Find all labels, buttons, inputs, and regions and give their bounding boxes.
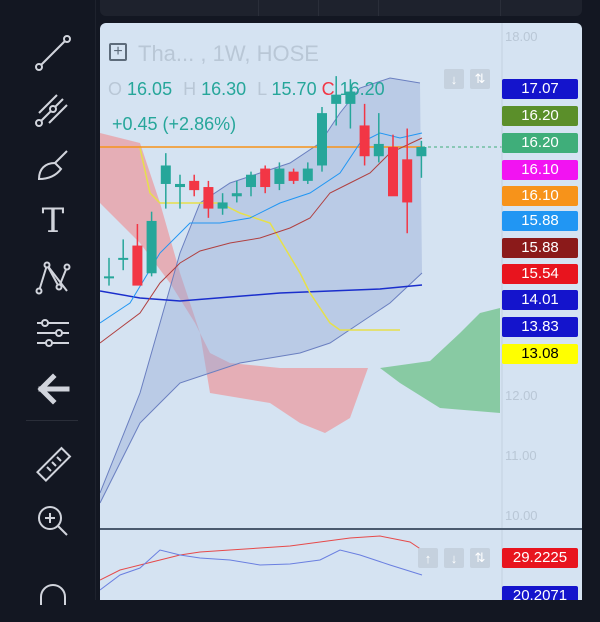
price-tag: 16.10: [502, 160, 578, 180]
price-tag: 16.10: [502, 186, 578, 206]
trend-line-icon[interactable]: [22, 28, 84, 78]
candle-body: [302, 168, 313, 181]
axis-label: 12.00: [505, 388, 538, 403]
candle-body: [175, 183, 185, 188]
expand-legend-icon[interactable]: +: [109, 43, 127, 61]
osc-value-tag: 20.2071: [502, 586, 578, 600]
price-tag: 16.20: [502, 133, 578, 153]
candle-body: [160, 165, 171, 184]
price-tag: 14.01: [502, 290, 578, 310]
axis-label: 10.00: [505, 508, 538, 523]
osc-value-tag: 29.2225: [502, 548, 578, 568]
candle-body: [402, 159, 413, 203]
move-pane-up-icon[interactable]: ↑: [418, 548, 438, 568]
low-value: 15.70: [271, 79, 317, 99]
symbol-title: Tha... , 1W, HOSE: [138, 41, 319, 66]
maximize-pane-icon[interactable]: ⇅: [470, 69, 490, 89]
high-value: 16.30: [201, 79, 247, 99]
ohlc-row: O 16.05 H 16.30 L 15.70 C 16.20: [108, 79, 385, 100]
candle-body: [189, 180, 200, 191]
change-value: +0.45 (+2.86%): [112, 114, 237, 134]
candle-body: [260, 168, 271, 188]
price-tag: 13.08: [502, 344, 578, 364]
candle-body: [246, 174, 256, 188]
magnet-icon[interactable]: [22, 572, 84, 622]
ichimoku-cloud-bull: [380, 308, 500, 413]
axis-label: 18.00: [505, 29, 538, 44]
topbar-separator: [500, 0, 501, 16]
topbar-separator: [378, 0, 379, 16]
oscillator-line-1: [100, 535, 423, 581]
close-value: 16.20: [339, 79, 385, 99]
topbar-separator: [258, 0, 259, 16]
text-icon[interactable]: T: [22, 196, 84, 246]
pitchfork-icon[interactable]: [22, 84, 84, 134]
bollinger-band: [100, 78, 422, 503]
candle-body: [317, 113, 327, 166]
axis-label: 11.00: [505, 448, 537, 463]
top-toolbar: [100, 0, 582, 16]
candle-body: [217, 202, 228, 209]
toolbar-divider: [26, 420, 78, 421]
price-tag: 15.88: [502, 211, 578, 231]
oscillator-pane[interactable]: ↑ ↓ ⇅ 29.2225 20.2071: [100, 530, 582, 600]
candle-body: [132, 245, 143, 286]
price-tag: 15.88: [502, 238, 578, 258]
candle-body: [146, 220, 157, 274]
price-tag: 16.20: [502, 106, 578, 126]
maximize-pane-icon[interactable]: ⇅: [470, 548, 490, 568]
price-tag: 15.54: [502, 264, 578, 284]
back-arrow-icon[interactable]: [22, 364, 84, 414]
ruler-icon[interactable]: [22, 440, 84, 490]
high-label: H: [183, 79, 197, 99]
candle-body: [359, 125, 370, 157]
close-label: C: [321, 79, 335, 99]
candle-body: [388, 147, 398, 197]
candle-body: [118, 257, 129, 260]
main-chart-pane[interactable]: + Tha... , 1W, HOSE O 16.05 H 16.30 L 15…: [100, 23, 582, 529]
candle-body: [203, 187, 214, 209]
open-label: O: [108, 79, 123, 99]
price-tag: 13.83: [502, 317, 578, 337]
pattern-icon[interactable]: [22, 252, 84, 302]
candle-body: [416, 147, 427, 157]
oscillator-line-2: [100, 549, 423, 591]
brush-icon[interactable]: [22, 140, 84, 190]
low-label: L: [257, 79, 267, 99]
candle-body: [104, 276, 114, 279]
zoom-in-icon[interactable]: [22, 496, 84, 546]
move-pane-down-icon[interactable]: ↓: [444, 69, 464, 89]
candle-body: [231, 193, 242, 197]
candle-body: [288, 171, 299, 181]
candle-body: [373, 143, 384, 157]
candle-body: [274, 168, 285, 184]
price-tag: 17.07: [502, 79, 578, 99]
move-pane-down-icon[interactable]: ↓: [444, 548, 464, 568]
open-value: 16.05: [127, 79, 173, 99]
drawing-toolbar: T: [0, 0, 96, 605]
measure-lines-icon[interactable]: [22, 308, 84, 358]
topbar-separator: [318, 0, 319, 16]
